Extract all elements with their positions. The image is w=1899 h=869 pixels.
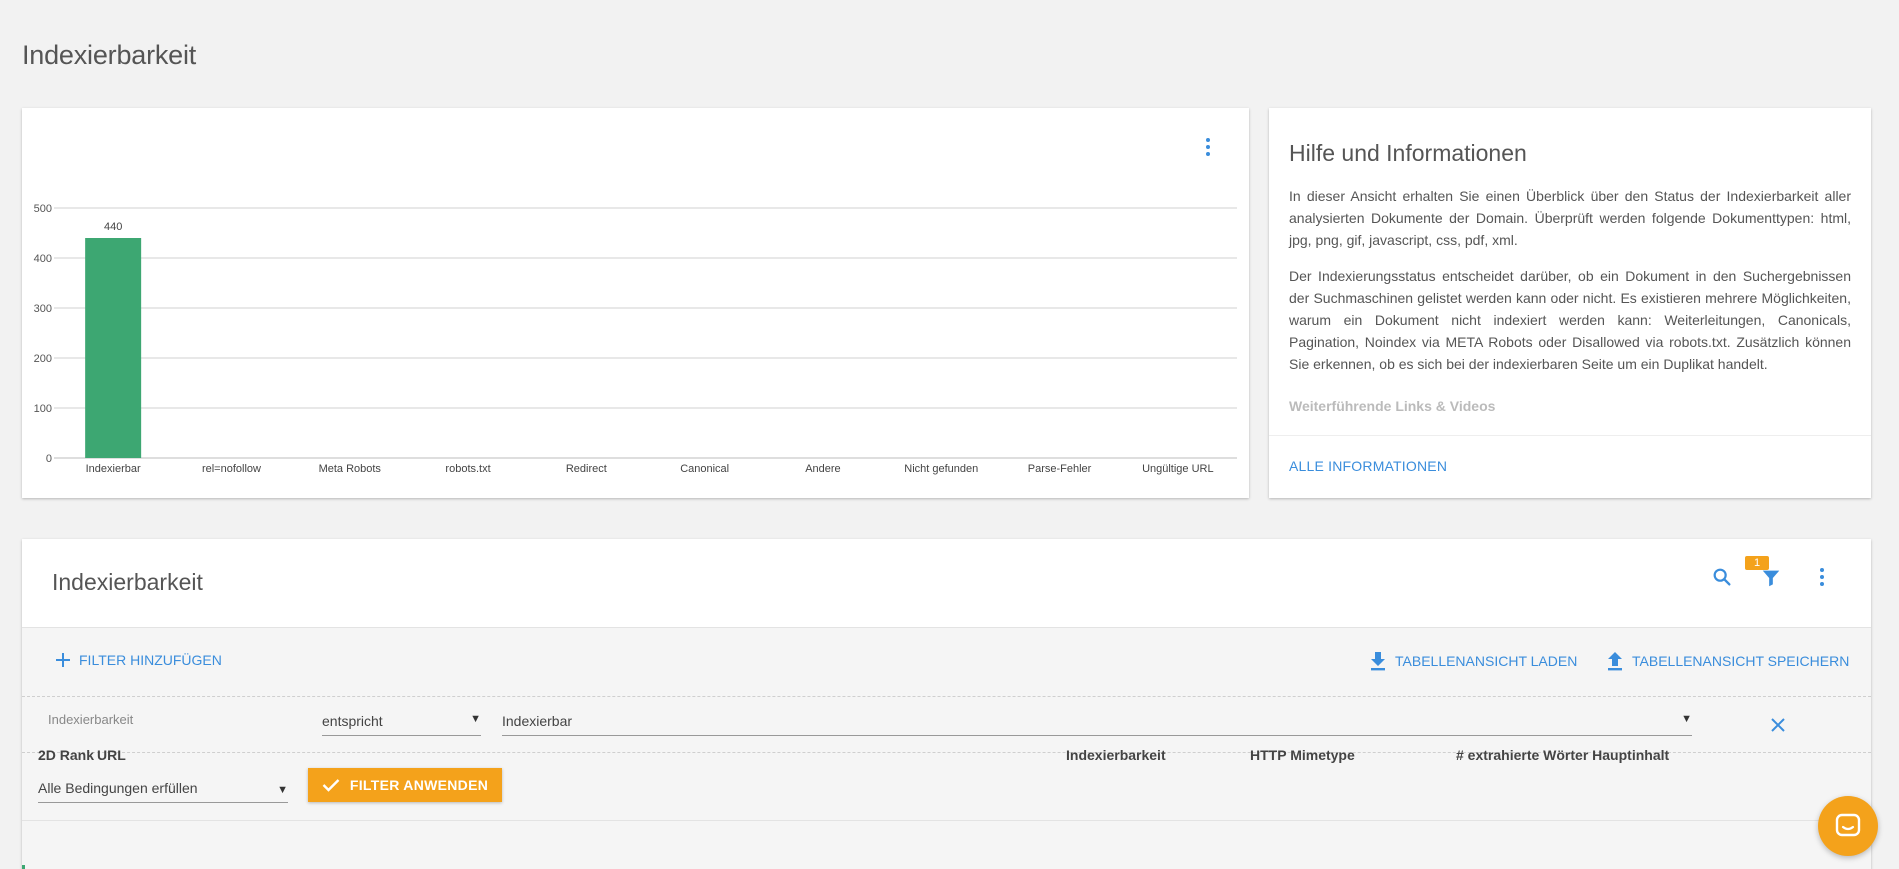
chat-button[interactable] [1818,796,1878,856]
chat-icon [1835,813,1861,837]
check-icon [322,779,340,792]
filter-operator-value: entspricht [322,713,383,729]
condition-select[interactable]: Alle Bedingungen erfüllen ▼ [38,780,288,803]
add-filter-button[interactable]: FILTER HINZUFÜGEN [55,652,222,668]
condition-value: Alle Bedingungen erfüllen [38,780,198,796]
y-tick-label: 200 [34,353,52,365]
x-tick-label: robots.txt [445,463,490,475]
y-tick-label: 0 [46,453,52,465]
table-more-icon[interactable] [1812,565,1832,589]
page-title: Indexierbarkeit [22,40,197,70]
x-tick-label: Canonical [680,463,729,475]
x-tick-label: Nicht gefunden [904,463,978,475]
filter-icon[interactable] [1760,567,1782,589]
x-tick-label: Parse-Fehler [1028,463,1092,475]
column-header-word-count[interactable]: # extrahierte Wörter Hauptinhalt [1456,747,1669,763]
filter-value-select[interactable]: Indexierbar ▼ [502,713,1692,736]
x-tick-label: Meta Robots [319,463,382,475]
all-information-link[interactable]: ALLE INFORMATIONEN [1289,458,1447,474]
bar-data-label: 440 [104,221,122,233]
column-header-2d-rank[interactable]: 2D Rank [38,747,94,763]
download-icon [1371,652,1385,671]
chevron-down-icon: ▼ [277,784,288,796]
search-icon[interactable] [1711,566,1733,588]
help-card: Hilfe und Informationen In dieser Ansich… [1269,108,1871,498]
help-title: Hilfe und Informationen [1289,140,1527,166]
load-view-label: TABELLENANSICHT LADEN [1395,653,1578,669]
chevron-down-icon: ▼ [1681,713,1692,725]
column-header-http-mimetype[interactable]: HTTP Mimetype [1250,747,1355,763]
column-header-url[interactable]: URL [97,747,126,763]
apply-filter-button[interactable]: FILTER ANWENDEN [308,768,502,802]
y-tick-label: 100 [34,403,52,415]
chevron-down-icon: ▼ [470,713,481,725]
save-view-button[interactable]: TABELLENANSICHT SPEICHERN [1606,651,1849,671]
table-card: Indexierbarkeit 1 FILTER HINZUFÜGEN TABE… [22,539,1871,869]
bar [85,238,142,458]
help-links-heading[interactable]: Weiterführende Links & Videos [1289,398,1495,414]
help-divider [1269,435,1871,436]
close-icon[interactable] [1770,717,1786,733]
save-view-label: TABELLENANSICHT SPEICHERN [1632,653,1850,669]
filter-operator-select[interactable]: entspricht ▼ [322,713,481,736]
x-tick-label: Andere [805,463,840,475]
column-header-indexability[interactable]: Indexierbarkeit [1066,747,1166,763]
filter-field-label: Indexierbarkeit [48,712,134,727]
x-tick-label: Ungültige URL [1142,463,1214,475]
add-filter-label: FILTER HINZUFÜGEN [79,652,222,668]
x-tick-label: rel=nofollow [202,463,261,475]
y-tick-label: 500 [34,203,52,215]
y-tick-label: 300 [34,303,52,315]
table-row-marker [22,865,25,869]
x-tick-label: Redirect [566,463,607,475]
plus-icon [56,653,70,667]
load-view-button[interactable]: TABELLENANSICHT LADEN [1369,651,1577,671]
y-tick-label: 400 [34,253,52,265]
filter-apply-row: Alle Bedingungen erfüllen ▼ FILTER ANWEN… [22,753,1871,821]
filter-value-text: Indexierbar [502,713,573,729]
table-title: Indexierbarkeit [52,569,203,595]
help-paragraph-1: In dieser Ansicht erhalten Sie einen Übe… [1289,188,1851,248]
filter-toolbar: FILTER HINZUFÜGEN TABELLENANSICHT LADEN … [22,628,1871,697]
filter-rule-row: Indexierbarkeit entspricht ▼ Indexierbar… [22,697,1871,753]
apply-filter-label: FILTER ANWENDEN [349,777,489,793]
indexability-bar-chart: 0 100 200 300 400 500 440 Indexierbar rel=nofoll… [34,203,1237,475]
help-paragraph-2: Der Indexierungsstatus entscheidet darüb… [1289,268,1851,372]
chart-card: 0 100 200 300 400 500 440 Indexierbar rel=nofoll… [22,108,1249,498]
x-tick-label: Indexierbar [86,463,141,475]
upload-icon [1608,652,1622,671]
